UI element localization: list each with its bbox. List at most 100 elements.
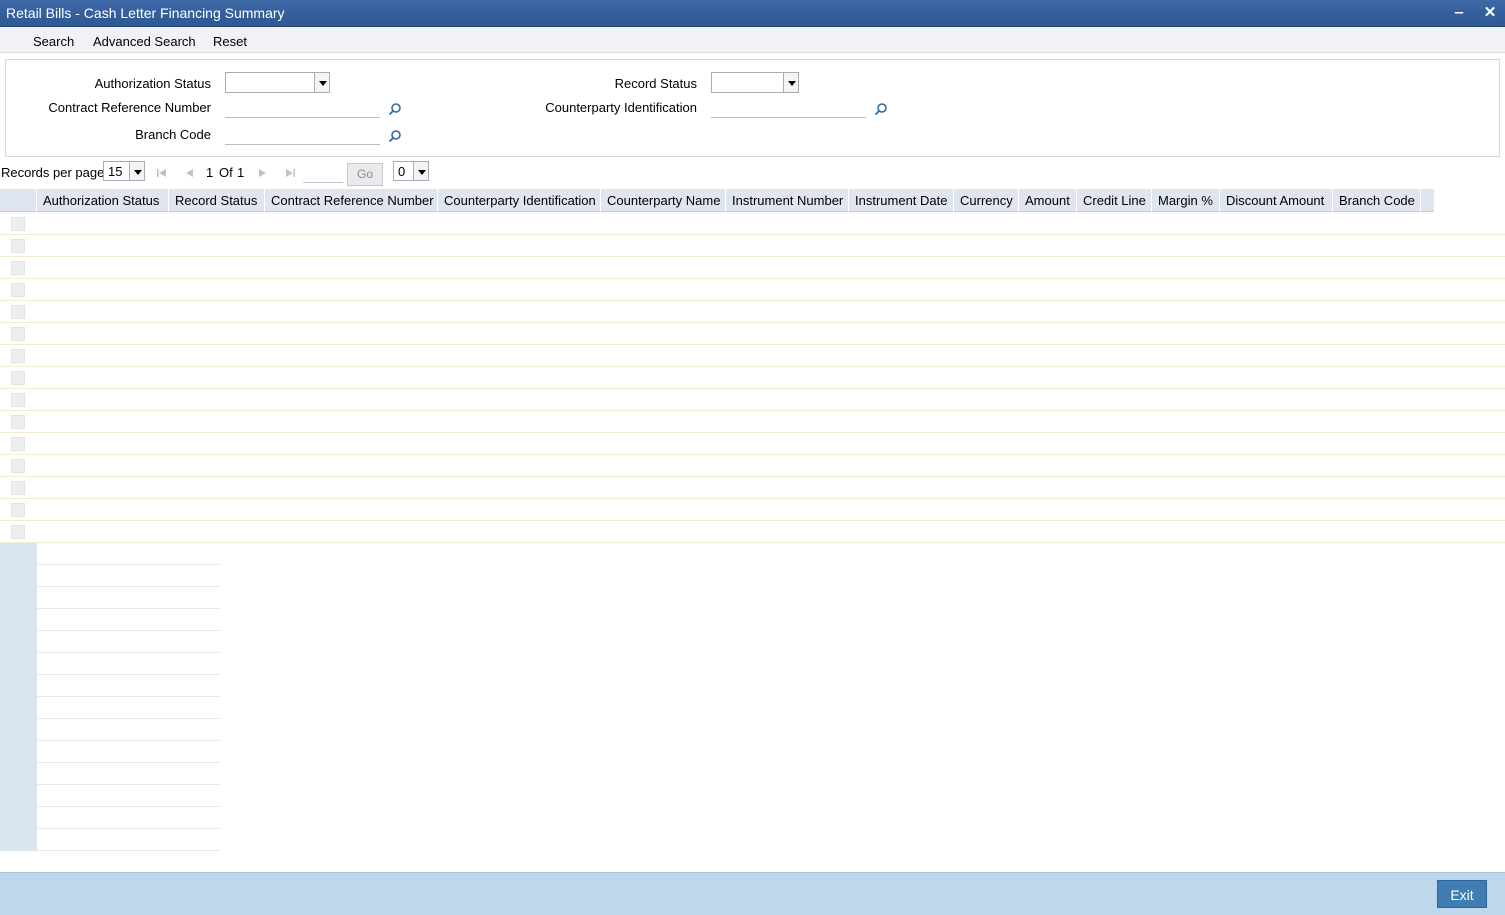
authorization-status-label: Authorization Status	[94, 76, 211, 91]
filler-row	[0, 741, 220, 763]
records-per-page-label: Records per page	[1, 165, 105, 180]
column-header-currency[interactable]: Currency	[954, 189, 1019, 212]
row-checkbox[interactable]	[11, 217, 25, 231]
search-icon[interactable]	[388, 129, 402, 143]
search-criteria-panel: Authorization Status Record Status Contr…	[5, 59, 1500, 157]
current-page: 1	[206, 165, 214, 180]
row-checkbox[interactable]	[11, 371, 25, 385]
row-checkbox[interactable]	[11, 261, 25, 275]
counterparty-identification-label: Counterparty Identification	[545, 100, 697, 115]
footer-bar: Exit	[0, 872, 1505, 915]
search-icon[interactable]	[388, 102, 402, 116]
filler-row	[0, 785, 220, 807]
filler-row	[0, 587, 220, 609]
chevron-down-icon[interactable]	[129, 162, 144, 180]
row-checkbox[interactable]	[11, 503, 25, 517]
page-number-input[interactable]	[303, 165, 343, 183]
column-header-counterparty-name[interactable]: Counterparty Name	[601, 189, 726, 212]
row-checkbox[interactable]	[11, 437, 25, 451]
total-pages: 1	[237, 165, 245, 180]
filler-row	[0, 829, 220, 851]
counterparty-identification-input[interactable]	[711, 98, 866, 118]
row-checkbox[interactable]	[11, 481, 25, 495]
row-checkbox[interactable]	[11, 283, 25, 297]
row-checkbox[interactable]	[11, 305, 25, 319]
first-page-icon[interactable]	[155, 166, 169, 180]
row-checkbox[interactable]	[11, 525, 25, 539]
filler-row	[0, 675, 220, 697]
table-row[interactable]	[0, 411, 1505, 433]
select-all-header[interactable]	[0, 189, 37, 212]
page-select-value: 0	[398, 164, 406, 179]
branch-code-label: Branch Code	[135, 127, 211, 142]
close-icon[interactable]: ✕	[1481, 4, 1499, 22]
exit-button[interactable]: Exit	[1437, 880, 1487, 908]
chevron-down-icon[interactable]	[413, 162, 428, 180]
table-row[interactable]	[0, 455, 1505, 477]
table-row[interactable]	[0, 521, 1505, 543]
column-header-amount[interactable]: Amount	[1019, 189, 1077, 212]
filler-row	[0, 697, 220, 719]
row-selector-cell	[0, 763, 37, 785]
window-title: Retail Bills - Cash Letter Financing Sum…	[6, 5, 285, 21]
table-row[interactable]	[0, 433, 1505, 455]
record-status-select[interactable]	[711, 72, 799, 93]
row-selector-cell	[0, 631, 37, 653]
table-row[interactable]	[0, 323, 1505, 345]
column-header-record-status[interactable]: Record Status	[169, 189, 265, 212]
advanced-search-button[interactable]: Advanced Search	[93, 34, 196, 49]
go-button[interactable]: Go	[347, 163, 383, 186]
chevron-down-icon[interactable]	[783, 73, 798, 92]
search-button[interactable]: Search	[33, 34, 74, 49]
column-header-counterparty-identification[interactable]: Counterparty Identification	[438, 189, 601, 212]
table-row[interactable]	[0, 213, 1505, 235]
table-row[interactable]	[0, 367, 1505, 389]
column-header-authorization-status[interactable]: Authorization Status	[37, 189, 169, 212]
column-header-instrument-date[interactable]: Instrument Date	[849, 189, 954, 212]
row-selector-cell	[0, 653, 37, 675]
filler-row	[0, 631, 220, 653]
column-header-instrument-number[interactable]: Instrument Number	[726, 189, 849, 212]
branch-code-input[interactable]	[225, 125, 380, 145]
table-row[interactable]	[0, 499, 1505, 521]
table-row[interactable]	[0, 279, 1505, 301]
minimize-icon[interactable]: ‒	[1450, 4, 1468, 22]
window-titlebar: Retail Bills - Cash Letter Financing Sum…	[0, 0, 1505, 27]
search-icon[interactable]	[874, 102, 888, 116]
next-page-icon[interactable]	[255, 166, 269, 180]
table-row[interactable]	[0, 389, 1505, 411]
row-checkbox[interactable]	[11, 349, 25, 363]
table-row[interactable]	[0, 477, 1505, 499]
column-header-branch-code[interactable]: Branch Code	[1333, 189, 1421, 212]
chevron-down-icon[interactable]	[314, 73, 329, 92]
page-select[interactable]: 0	[393, 161, 429, 181]
table-row[interactable]	[0, 345, 1505, 367]
table-row[interactable]	[0, 257, 1505, 279]
row-checkbox[interactable]	[11, 327, 25, 341]
contract-reference-number-input[interactable]	[225, 98, 380, 118]
records-per-page-value: 15	[108, 164, 123, 179]
filler-row	[0, 807, 220, 829]
row-checkbox[interactable]	[11, 239, 25, 253]
column-header-credit-line[interactable]: Credit Line	[1077, 189, 1152, 212]
filler-row	[0, 763, 220, 785]
column-header-discount-amount[interactable]: Discount Amount	[1220, 189, 1333, 212]
records-per-page-select[interactable]: 15	[103, 161, 145, 181]
row-checkbox[interactable]	[11, 415, 25, 429]
authorization-status-select[interactable]	[225, 72, 330, 93]
contract-reference-number-label: Contract Reference Number	[48, 100, 211, 115]
of-label: Of	[219, 165, 233, 180]
table-row[interactable]	[0, 301, 1505, 323]
row-selector-cell	[0, 587, 37, 609]
column-header-margin[interactable]: Margin %	[1152, 189, 1220, 212]
last-page-icon[interactable]	[283, 166, 297, 180]
column-header-contract-reference-number[interactable]: Contract Reference Number	[265, 189, 438, 212]
row-checkbox[interactable]	[11, 393, 25, 407]
reset-button[interactable]: Reset	[213, 34, 247, 49]
table-row[interactable]	[0, 235, 1505, 257]
row-selector-cell	[0, 565, 37, 587]
grid-header: Authorization Status Record Status Contr…	[0, 189, 1434, 212]
row-selector-cell	[0, 675, 37, 697]
row-checkbox[interactable]	[11, 459, 25, 473]
previous-page-icon[interactable]	[183, 166, 197, 180]
